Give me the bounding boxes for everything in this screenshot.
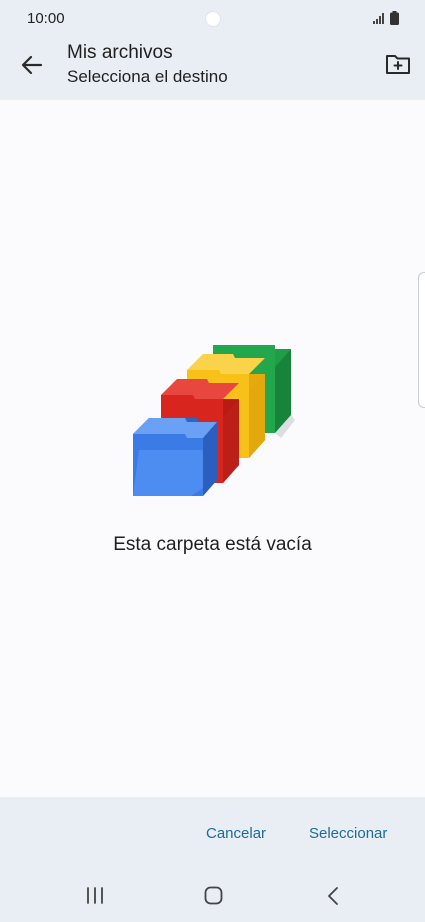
signal-icon <box>373 13 384 24</box>
system-nav-bar <box>0 871 425 922</box>
back-icon[interactable] <box>326 886 340 906</box>
select-button[interactable]: Seleccionar <box>309 825 387 842</box>
home-icon[interactable] <box>204 886 223 905</box>
status-time: 10:00 <box>27 10 65 27</box>
screen: 10:00 Mis archivos Selecciona el destino <box>0 0 425 922</box>
action-bar: Cancelar Seleccionar <box>0 797 425 871</box>
page-title: Mis archivos <box>67 42 173 63</box>
recents-icon[interactable] <box>86 887 104 904</box>
arrow-left-icon[interactable] <box>19 52 45 78</box>
status-bar: 10:00 <box>0 0 425 36</box>
app-bar: Mis archivos Selecciona el destino <box>0 36 425 100</box>
empty-folder-message: Esta carpeta está vacía <box>113 534 312 555</box>
battery-icon <box>390 11 399 25</box>
create-folder-icon[interactable] <box>385 52 411 76</box>
scrollbar-handle[interactable] <box>418 272 425 408</box>
page-subtitle: Selecciona el destino <box>67 67 228 86</box>
folder-content: Esta carpeta está vacía <box>0 100 425 797</box>
empty-folders-illustration <box>133 345 295 496</box>
camera-cutout <box>205 11 221 27</box>
cancel-button[interactable]: Cancelar <box>206 825 266 842</box>
